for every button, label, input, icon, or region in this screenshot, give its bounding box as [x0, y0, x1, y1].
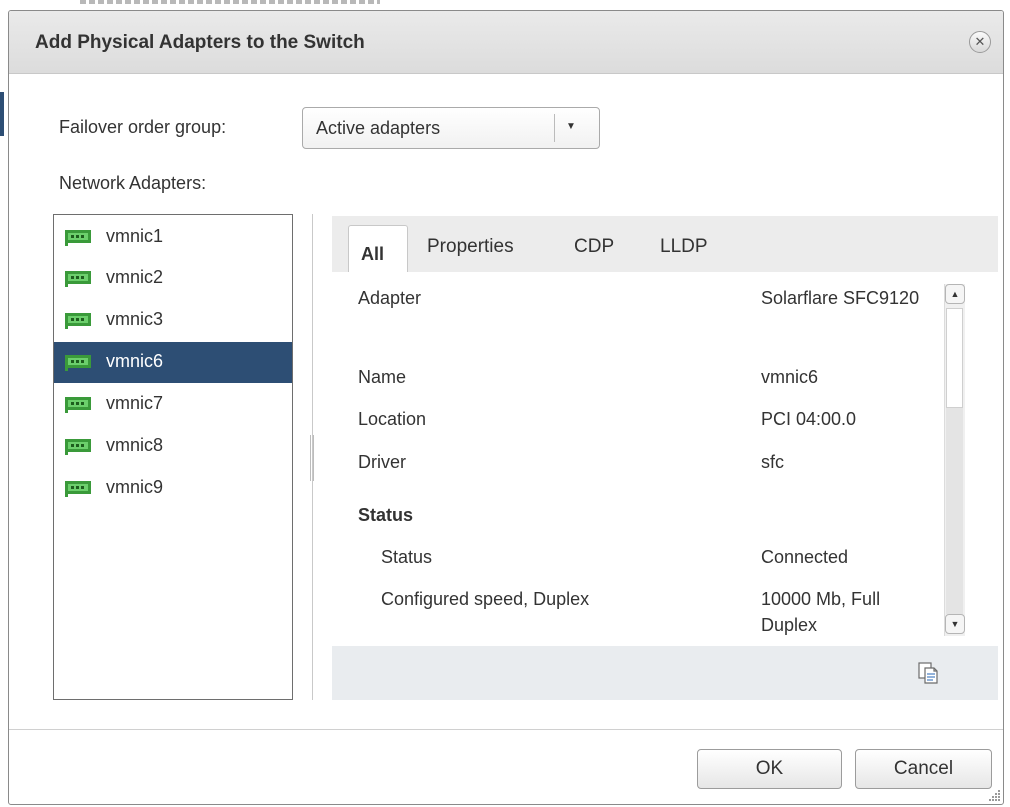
failover-order-label: Failover order group: [59, 117, 227, 137]
detail-value: 10000 Mb, Full Duplex [761, 589, 881, 635]
scroll-thumb[interactable] [946, 308, 963, 408]
detail-value: sfc [761, 452, 785, 472]
detail-key: Location [358, 409, 427, 429]
resize-grip-icon[interactable] [987, 788, 1001, 802]
adapter-name: vmnic9 [106, 477, 164, 497]
list-item-selected[interactable]: vmnic6 [54, 342, 292, 383]
splitter-grip[interactable] [310, 435, 315, 481]
add-physical-adapters-dialog: Add Physical Adapters to the Switch ✕ Fa… [8, 10, 1004, 805]
detail-key: Configured speed, Duplex [381, 589, 590, 609]
detail-value: Connected [761, 547, 849, 567]
cancel-button[interactable]: Cancel [855, 749, 992, 789]
details-content: Adapter Solarflare SFC9120 Name vmnic6 L… [332, 272, 998, 646]
adapter-name: vmnic3 [106, 309, 164, 329]
list-item[interactable]: vmnic9 [54, 468, 292, 509]
network-card-icon [65, 481, 91, 497]
network-card-icon [65, 230, 91, 246]
ok-button[interactable]: OK [697, 749, 842, 789]
detail-value: vmnic6 [761, 367, 819, 387]
details-tabbar: All Properties CDP LLDP [332, 216, 998, 272]
tab-all[interactable]: All [348, 225, 408, 272]
list-item[interactable]: vmnic1 [54, 217, 292, 258]
adapter-name: vmnic2 [106, 267, 164, 287]
network-adapters-label: Network Adapters: [59, 173, 207, 193]
dialog-titlebar: Add Physical Adapters to the Switch ✕ [9, 11, 1003, 74]
list-item[interactable]: vmnic3 [54, 300, 292, 341]
adapter-name: vmnic7 [106, 393, 164, 413]
network-card-icon [65, 355, 91, 371]
detail-value: PCI 04:00.0 [761, 409, 857, 429]
copy-icon[interactable] [916, 661, 940, 685]
adapter-name: vmnic1 [106, 226, 164, 246]
network-card-icon [65, 271, 91, 287]
list-item[interactable]: vmnic7 [54, 384, 292, 425]
network-card-icon [65, 313, 91, 329]
detail-key: Name [358, 367, 407, 387]
scroll-up-button[interactable]: ▲ [945, 284, 965, 304]
footer-divider [9, 729, 1003, 730]
section-heading: Status [358, 505, 414, 525]
details-footer [332, 646, 998, 700]
list-item[interactable]: vmnic2 [54, 258, 292, 299]
background-window-selection [0, 92, 4, 136]
network-card-icon [65, 397, 91, 413]
failover-order-select[interactable]: Active adapters ▼ [302, 107, 600, 149]
chevron-down-icon: ▼ [566, 121, 576, 132]
dialog-title: Add Physical Adapters to the Switch [35, 32, 365, 53]
details-scrollbar[interactable]: ▲ ▼ [944, 284, 965, 636]
detail-key: Status [381, 547, 433, 567]
background-window-edge [0, 0, 1010, 10]
close-button[interactable]: ✕ [969, 31, 991, 53]
scroll-down-button[interactable]: ▼ [945, 614, 965, 634]
adapter-details-panel: All Properties CDP LLDP Adapter Solarfla… [332, 216, 998, 700]
network-adapters-list[interactable]: vmnic1 vmnic2 vmnic3 vmnic6 vmnic7 vmnic… [53, 214, 293, 700]
tab-lldp[interactable]: LLDP [660, 236, 708, 258]
list-item[interactable]: vmnic8 [54, 426, 292, 467]
detail-key: Driver [358, 452, 406, 472]
adapter-name: vmnic6 [106, 351, 164, 371]
close-icon: ✕ [974, 34, 986, 49]
tab-properties[interactable]: Properties [427, 236, 514, 258]
network-card-icon [65, 439, 91, 455]
detail-key: Adapter [358, 288, 422, 308]
detail-value: Solarflare SFC9120 [761, 288, 920, 308]
adapter-name: vmnic8 [106, 435, 164, 455]
tab-cdp[interactable]: CDP [574, 236, 614, 258]
failover-order-value: Active adapters [316, 118, 441, 138]
